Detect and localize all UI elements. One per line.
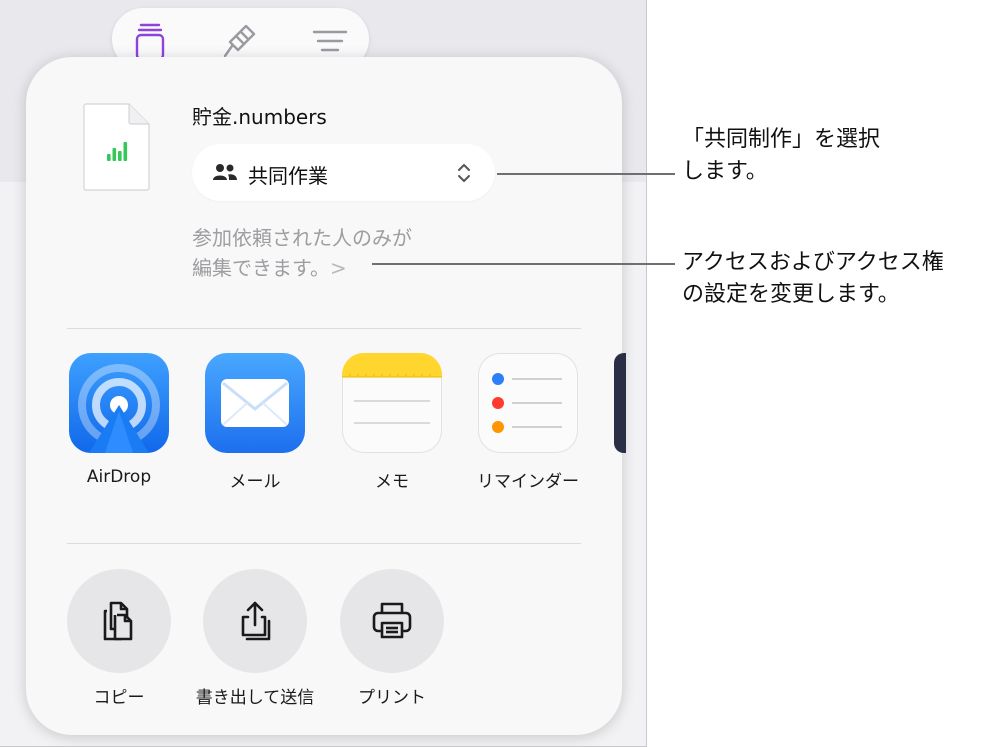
mail-app-button[interactable] — [205, 353, 305, 453]
airdrop-label: AirDrop — [86, 467, 152, 487]
chevron-right-icon: > — [330, 256, 347, 280]
callout-line-collaboration — [497, 173, 675, 175]
airdrop-app-button[interactable] — [69, 353, 169, 453]
file-name: 貯金.numbers — [192, 105, 327, 129]
collaboration-mode-label: 共同作業 — [248, 164, 328, 188]
mail-icon — [221, 379, 289, 427]
print-icon — [372, 602, 412, 639]
text-format-icon[interactable] — [310, 22, 350, 62]
notes-app-button[interactable] — [342, 353, 442, 453]
callout-line-access — [372, 263, 675, 265]
share-format-icon[interactable] — [130, 22, 170, 62]
notes-label: メモ — [375, 472, 409, 492]
numbers-file-icon — [83, 102, 151, 196]
people-icon — [212, 162, 238, 186]
more-app-partial[interactable] — [614, 353, 626, 453]
airdrop-icon — [78, 364, 160, 453]
chevron-up-down-icon — [456, 161, 472, 189]
collaboration-popup-button[interactable]: 共同作業 — [192, 144, 495, 201]
copy-button[interactable] — [67, 569, 171, 673]
divider — [67, 543, 581, 544]
export-send-label: 書き出して送信 — [195, 688, 315, 708]
divider — [67, 328, 581, 329]
export-send-button[interactable] — [203, 569, 307, 673]
reminders-icon — [492, 373, 562, 433]
share-sheet: 貯金.numbers 共同作業 参加依頼された人のみが 編集できます。> Air… — [26, 57, 626, 735]
notes-icon — [342, 353, 442, 424]
copy-icon — [103, 601, 133, 641]
copy-label: コピー — [93, 688, 145, 708]
access-text-line1: 参加依頼された人のみが — [192, 226, 412, 250]
print-label: プリント — [358, 688, 426, 708]
access-text-line2: 編集できます。 — [192, 256, 330, 280]
callout-collaboration: 「共同制作」を選択 します。 — [682, 127, 881, 184]
reminders-label: リマインダー — [477, 472, 579, 492]
paintbrush-icon[interactable] — [220, 22, 260, 62]
access-settings-link[interactable]: 参加依頼された人のみが 編集できます。> — [192, 223, 412, 283]
print-button[interactable] — [340, 569, 444, 673]
screenshot-area: 貯金.numbers 共同作業 参加依頼された人のみが 編集できます。> Air… — [0, 0, 647, 747]
mail-label: メール — [229, 472, 281, 492]
callout-access: アクセスおよびアクセス権 の設定を変更します。 — [682, 250, 944, 307]
export-icon — [241, 601, 271, 641]
reminders-app-button[interactable] — [478, 353, 578, 453]
